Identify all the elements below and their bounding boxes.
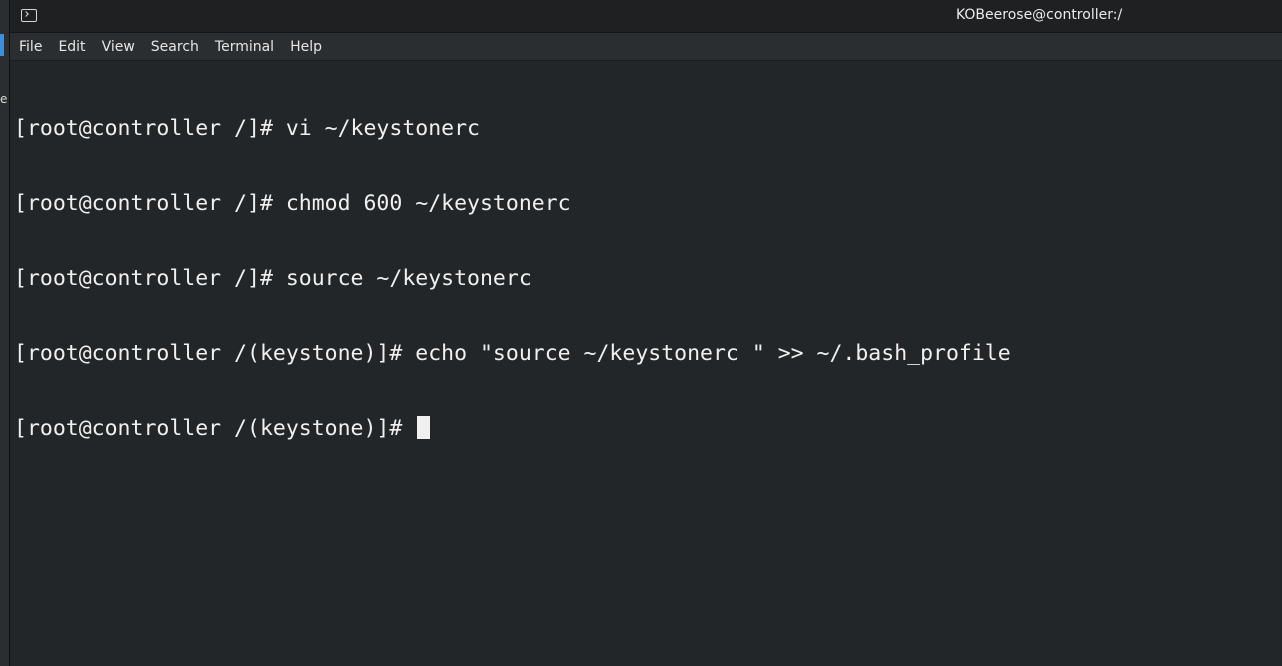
background-window-accent xyxy=(0,34,4,56)
terminal-line: [root@controller /(keystone)]# echo "sou… xyxy=(14,341,1011,366)
text-cursor xyxy=(417,416,431,439)
terminal-line: [root@controller /]# chmod 600 ~/keyston… xyxy=(14,191,571,216)
window-title: KOBeerose@controller:/ xyxy=(956,7,1123,23)
menu-edit[interactable]: Edit xyxy=(58,39,85,55)
terminal-icon xyxy=(21,9,37,22)
terminal-output[interactable]: [root@controller /]# vi ~/keystonerc [ro… xyxy=(10,62,1282,666)
scrollbar[interactable] xyxy=(1276,62,1282,666)
menu-view[interactable]: View xyxy=(102,39,135,55)
terminal-line: [root@controller /]# source ~/keystonerc xyxy=(14,266,532,291)
terminal-line: [root@controller /]# vi ~/keystonerc xyxy=(14,116,480,141)
terminal-window: KOBeerose@controller:/ File Edit View Se… xyxy=(10,0,1282,666)
menu-help[interactable]: Help xyxy=(290,39,322,55)
menu-search[interactable]: Search xyxy=(151,39,199,55)
menu-file[interactable]: File xyxy=(19,39,42,55)
terminal-prompt: [root@controller /(keystone)]# xyxy=(14,416,416,441)
background-window-text: e xyxy=(0,92,8,106)
menu-terminal[interactable]: Terminal xyxy=(215,39,274,55)
title-bar[interactable]: KOBeerose@controller:/ xyxy=(10,0,1282,33)
menu-bar: File Edit View Search Terminal Help xyxy=(10,33,1282,61)
background-window-edge: e xyxy=(0,0,10,666)
terminal-prompt-line: [root@controller /(keystone)]# xyxy=(14,416,1282,441)
